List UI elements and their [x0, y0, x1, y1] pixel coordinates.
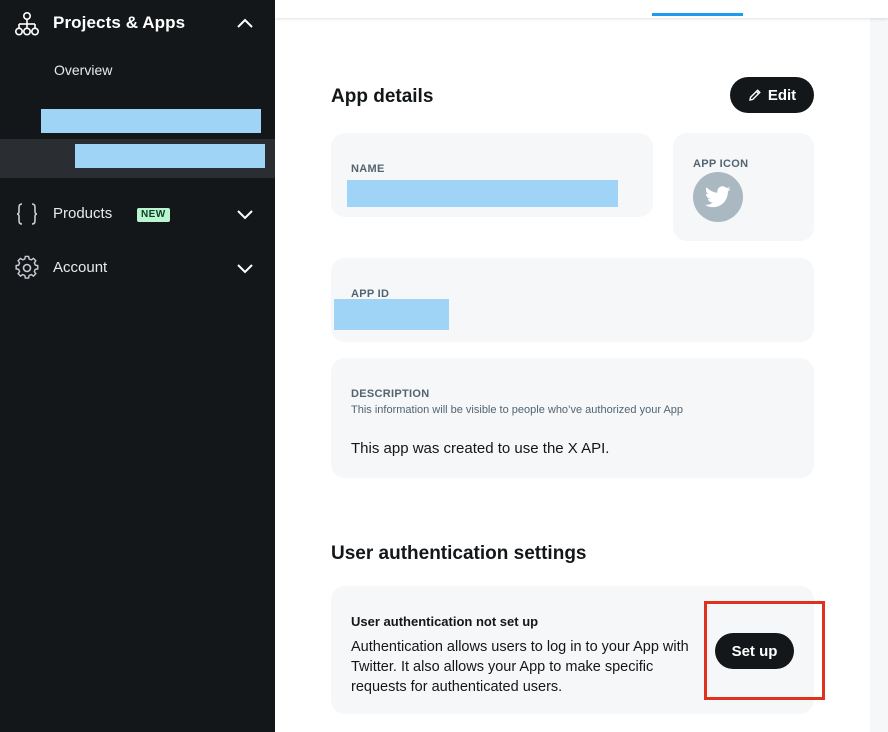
- description-value: This app was created to use the X API.: [351, 440, 610, 457]
- sidebar: Projects & Apps Overview Products NEW Ac…: [0, 0, 275, 732]
- developer-portal: Projects & Apps Overview Products NEW Ac…: [0, 0, 888, 732]
- redacted-project-name[interactable]: [41, 109, 261, 133]
- description-label: DESCRIPTION: [351, 388, 430, 400]
- user-auth-status-title: User authentication not set up: [351, 614, 539, 629]
- app-details-title: App details: [331, 86, 434, 107]
- chevron-up-icon[interactable]: [236, 16, 254, 30]
- braces-icon: [16, 203, 38, 225]
- edit-button-label: Edit: [767, 86, 797, 104]
- active-tab-indicator: [652, 13, 743, 16]
- user-auth-status-text: Authentication allows users to log in to…: [351, 639, 689, 695]
- name-label: NAME: [351, 163, 385, 175]
- sidebar-item-products[interactable]: Products NEW: [0, 194, 275, 234]
- app-icon-avatar: [693, 172, 743, 222]
- description-card: [331, 358, 814, 478]
- user-auth-title: User authentication settings: [331, 543, 587, 564]
- app-icon-label: APP ICON: [693, 158, 749, 170]
- sidebar-item-label: Products: [53, 205, 113, 222]
- sidebar-item-account[interactable]: Account: [0, 248, 275, 288]
- sidebar-item-projects-apps[interactable]: Projects & Apps: [0, 0, 275, 48]
- top-tab-bar: [275, 0, 888, 18]
- twitter-bird-icon: [705, 186, 731, 208]
- sidebar-item-label: Account: [53, 259, 108, 276]
- chevron-down-icon[interactable]: [236, 261, 254, 275]
- redacted-app-name: [75, 144, 265, 168]
- pencil-icon: [748, 89, 761, 101]
- sitemap-icon: [14, 11, 39, 36]
- chevron-down-icon[interactable]: [236, 207, 254, 221]
- description-help-text: This information will be visible to peop…: [351, 404, 684, 416]
- edit-button[interactable]: Edit: [730, 77, 814, 113]
- new-badge: NEW: [137, 208, 170, 222]
- redacted-app-name-value: [347, 180, 618, 207]
- page-gutter: [870, 18, 888, 732]
- sidebar-item-overview[interactable]: Overview: [54, 62, 112, 78]
- sidebar-header-label: Projects & Apps: [53, 13, 186, 32]
- highlight-box: [704, 601, 825, 700]
- redacted-app-id-value: [334, 299, 449, 330]
- gear-icon: [15, 255, 39, 279]
